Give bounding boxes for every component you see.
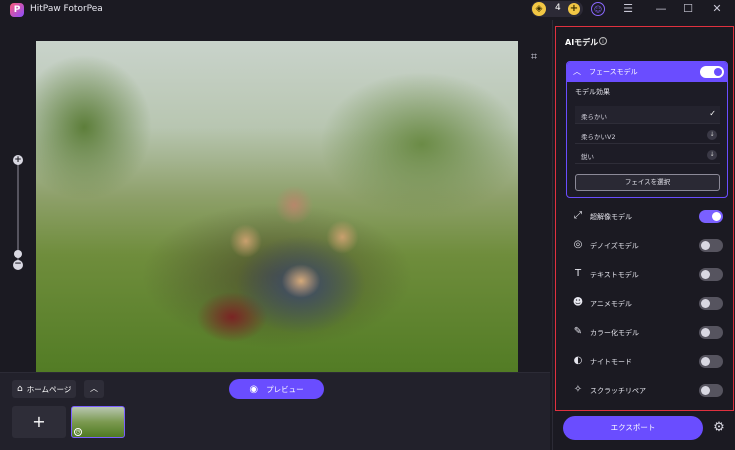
credit-count: 4: [555, 3, 561, 13]
zoom-out-button[interactable]: −: [13, 260, 23, 270]
scratch-repair-icon: ✧: [573, 384, 583, 395]
coin-icon: ◈: [532, 2, 546, 16]
preview-label: プレビュー: [266, 384, 304, 394]
model-label: アニメモデル: [590, 300, 632, 308]
select-face-button[interactable]: フェイスを選択: [575, 174, 720, 191]
panel-title: AIモデル: [565, 38, 599, 47]
anime-model-toggle[interactable]: [699, 297, 723, 310]
text-model-toggle[interactable]: [699, 268, 723, 281]
model-label: テキストモデル: [590, 271, 639, 279]
model-row-upscale[interactable]: ⤢ 超解像モデル: [566, 207, 728, 227]
colorize-icon: ✎: [573, 326, 583, 337]
add-credits-button[interactable]: +: [568, 3, 580, 15]
model-row-denoise[interactable]: ◎ デノイズモデル: [566, 236, 728, 256]
chevron-up-icon: ︿: [573, 67, 581, 76]
canvas-area: ⌗ + −: [0, 20, 550, 386]
night-mode-icon: ◐: [573, 355, 583, 366]
app-title: HitPaw FotorPea: [30, 4, 103, 14]
chevron-up-icon: ︿: [90, 384, 98, 393]
download-icon[interactable]: ↓: [707, 130, 717, 140]
model-label: カラー化モデル: [590, 329, 639, 337]
model-row-text[interactable]: T テキストモデル: [566, 265, 728, 285]
ai-model-panel: AIモデル i ︿ フェースモデル モデル効果 柔らかい ✓ 柔らかいV2 ↓ …: [552, 20, 735, 450]
title-bar: P HitPaw FotorPea ◈ 4 + ☺ ☰ — ☐ ✕: [0, 0, 735, 20]
option-label: 柔らかいV2: [581, 133, 616, 141]
check-icon: ✓: [709, 109, 716, 118]
close-icon[interactable]: ✕: [710, 2, 724, 16]
crop-icon[interactable]: ⌗: [528, 51, 540, 63]
denoise-model-toggle[interactable]: [699, 239, 723, 252]
menu-icon[interactable]: ☰: [621, 2, 635, 16]
face-model-card: ︿ フェースモデル モデル効果 柔らかい ✓ 柔らかいV2 ↓ 鋭い ↓ フェイ…: [566, 61, 728, 198]
model-row-anime[interactable]: ☻ アニメモデル: [566, 294, 728, 314]
clock-icon: ◷: [74, 428, 82, 436]
maximize-icon[interactable]: ☐: [681, 2, 695, 16]
model-row-night[interactable]: ◐ ナイトモード: [566, 352, 728, 372]
model-label: スクラッチリペア: [590, 387, 646, 395]
photo-preview: [36, 41, 518, 386]
model-label: デノイズモデル: [590, 242, 639, 250]
add-image-button[interactable]: +: [12, 406, 66, 438]
model-effect-label: モデル効果: [575, 88, 610, 96]
home-icon: ⌂: [17, 384, 23, 394]
app-logo: P: [10, 3, 24, 17]
bottom-bar: ⌂ ホームページ ︿ ◉ プレビュー + ◷: [0, 372, 550, 450]
colorize-model-toggle[interactable]: [699, 326, 723, 339]
preview-button[interactable]: ◉ プレビュー: [229, 379, 324, 399]
photo-subjects: [186, 161, 416, 361]
upscale-model-toggle[interactable]: [699, 210, 723, 223]
home-label: ホームページ: [26, 384, 72, 394]
panel-highlight-frame: AIモデル i ︿ フェースモデル モデル効果 柔らかい ✓ 柔らかいV2 ↓ …: [555, 26, 734, 411]
face-model-toggle[interactable]: [700, 66, 724, 78]
model-label: ナイトモード: [590, 358, 632, 366]
zoom-in-button[interactable]: +: [13, 155, 23, 165]
credit-counter[interactable]: ◈ 4 +: [531, 1, 583, 17]
effect-option-soft[interactable]: 柔らかい ✓: [575, 106, 720, 124]
home-button[interactable]: ⌂ ホームページ: [12, 380, 76, 398]
effect-option-soft-v2[interactable]: 柔らかいV2 ↓: [575, 126, 720, 144]
collapse-button[interactable]: ︿: [84, 380, 104, 398]
option-label: 柔らかい: [581, 113, 607, 121]
download-icon[interactable]: ↓: [707, 150, 717, 160]
denoise-icon: ◎: [573, 239, 583, 250]
settings-gear-icon[interactable]: ⚙: [711, 420, 727, 436]
model-row-colorize[interactable]: ✎ カラー化モデル: [566, 323, 728, 343]
model-row-scratch[interactable]: ✧ スクラッチリペア: [566, 381, 728, 401]
anime-icon: ☻: [572, 297, 584, 308]
option-label: 鋭い: [581, 153, 594, 161]
upscale-icon: ⤢: [574, 210, 582, 221]
face-model-title: フェースモデル: [589, 68, 638, 76]
info-icon[interactable]: i: [599, 37, 607, 45]
minimize-icon[interactable]: —: [654, 2, 668, 16]
scratch-repair-toggle[interactable]: [699, 384, 723, 397]
zoom-slider-thumb[interactable]: [14, 250, 22, 258]
image-thumbnail[interactable]: ◷: [71, 406, 125, 438]
text-icon: T: [574, 268, 582, 279]
face-model-header[interactable]: ︿ フェースモデル: [567, 62, 727, 82]
eye-icon: ◉: [249, 383, 259, 395]
night-mode-toggle[interactable]: [699, 355, 723, 368]
model-label: 超解像モデル: [590, 213, 632, 221]
user-icon[interactable]: ☺: [591, 2, 605, 16]
export-button[interactable]: エクスポート: [563, 416, 703, 440]
effect-option-sharp[interactable]: 鋭い ↓: [575, 146, 720, 164]
